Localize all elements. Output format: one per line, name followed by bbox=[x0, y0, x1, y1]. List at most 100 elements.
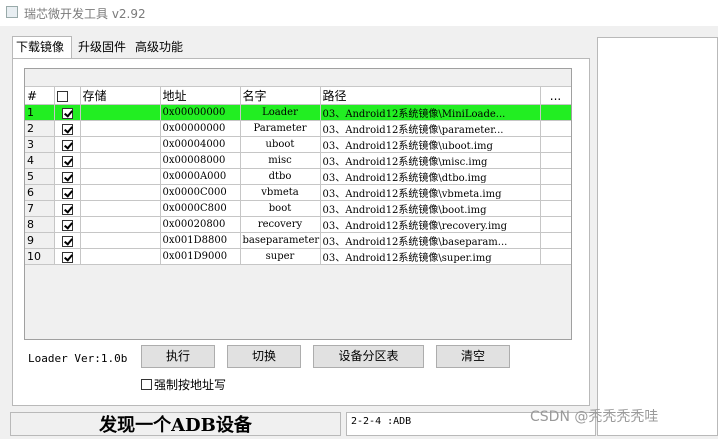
table-row[interactable]: 7 0x0000C800 boot 03、Android12系统镜像\boot.img bbox=[25, 200, 571, 217]
row-address: 0x00020800 bbox=[160, 216, 241, 233]
row-storage bbox=[80, 232, 161, 249]
row-checkbox-cell[interactable] bbox=[54, 120, 81, 137]
row-storage bbox=[80, 216, 161, 233]
row-checkbox[interactable] bbox=[61, 123, 73, 135]
row-storage bbox=[80, 136, 161, 153]
select-all-checkbox[interactable] bbox=[56, 90, 68, 102]
row-more[interactable] bbox=[540, 184, 571, 201]
table-row[interactable]: 3 0x00004000 uboot 03、Android12系统镜像\uboot.i… bbox=[25, 136, 571, 153]
tab-download-image[interactable]: 下载镜像 bbox=[12, 36, 72, 58]
table-row[interactable]: 5 0x0000A000 dtbo 03、Android12系统镜像\dtbo.img bbox=[25, 168, 571, 185]
row-address: 0x001D8800 bbox=[160, 232, 241, 249]
row-index: 8 bbox=[25, 216, 55, 233]
row-checkbox-cell[interactable] bbox=[54, 232, 81, 249]
col-address[interactable]: 地址 bbox=[160, 87, 241, 105]
row-index: 4 bbox=[25, 152, 55, 169]
row-checkbox[interactable] bbox=[61, 219, 73, 231]
image-grid: # 存储 地址 名字 路径 ... 1 0x00000000 Loader 03、An… bbox=[24, 68, 572, 340]
row-address: 0x001D9000 bbox=[160, 248, 241, 265]
row-storage bbox=[80, 152, 161, 169]
row-checkbox-cell[interactable] bbox=[54, 104, 81, 121]
row-checkbox[interactable] bbox=[61, 171, 73, 183]
row-path: 03、Android12系统镜像\recovery.img bbox=[320, 216, 541, 233]
row-index: 2 bbox=[25, 120, 55, 137]
row-storage bbox=[80, 184, 161, 201]
row-index: 6 bbox=[25, 184, 55, 201]
loader-version: Loader Ver:1.0b bbox=[28, 352, 128, 365]
row-more[interactable] bbox=[540, 168, 571, 185]
row-more[interactable] bbox=[540, 232, 571, 249]
log-panel[interactable] bbox=[597, 37, 718, 436]
tab-advanced[interactable]: 高级功能 bbox=[132, 37, 200, 57]
watermark: CSDN @秃秃秃秃哇 bbox=[530, 409, 659, 425]
row-index: 1 bbox=[25, 104, 55, 121]
force-write-checkbox[interactable] bbox=[141, 379, 152, 390]
run-button[interactable]: 执行 bbox=[141, 345, 215, 368]
row-checkbox-cell[interactable] bbox=[54, 136, 81, 153]
row-more[interactable] bbox=[540, 216, 571, 233]
force-write-option[interactable]: 强制按地址写 bbox=[141, 376, 226, 393]
row-checkbox[interactable] bbox=[61, 235, 73, 247]
row-address: 0x0000A000 bbox=[160, 168, 241, 185]
row-checkbox[interactable] bbox=[61, 251, 73, 263]
clear-button[interactable]: 清空 bbox=[436, 345, 510, 368]
row-checkbox[interactable] bbox=[61, 107, 73, 119]
row-path: 03、Android12系统镜像\uboot.img bbox=[320, 136, 541, 153]
row-more[interactable] bbox=[540, 120, 571, 137]
row-checkbox-cell[interactable] bbox=[54, 152, 81, 169]
row-name: Parameter bbox=[240, 120, 321, 137]
switch-button[interactable]: 切换 bbox=[227, 345, 301, 368]
row-path: 03、Android12系统镜像\dtbo.img bbox=[320, 168, 541, 185]
col-name[interactable]: 名字 bbox=[240, 87, 321, 105]
row-name: super bbox=[240, 248, 321, 265]
row-path: 03、Android12系统镜像\vbmeta.img bbox=[320, 184, 541, 201]
row-name: Loader bbox=[240, 104, 321, 121]
row-checkbox-cell[interactable] bbox=[54, 248, 81, 265]
title-bar: 瑞芯微开发工具 v2.92 bbox=[0, 0, 718, 26]
col-storage[interactable]: 存储 bbox=[80, 87, 161, 105]
col-path[interactable]: 路径 bbox=[320, 87, 541, 105]
row-more[interactable] bbox=[540, 200, 571, 217]
row-path: 03、Android12系统镜像\baseparam... bbox=[320, 232, 541, 249]
grid-top-strip bbox=[25, 69, 571, 87]
row-checkbox[interactable] bbox=[61, 187, 73, 199]
row-address: 0x0000C000 bbox=[160, 184, 241, 201]
row-more[interactable] bbox=[540, 248, 571, 265]
row-name: vbmeta bbox=[240, 184, 321, 201]
table-row[interactable]: 8 0x00020800 recovery 03、Android12系统镜像\reco… bbox=[25, 216, 571, 233]
table-row[interactable]: 1 0x00000000 Loader 03、Android12系统镜像\MiniLo… bbox=[25, 104, 571, 121]
row-path: 03、Android12系统镜像\misc.img bbox=[320, 152, 541, 169]
table-row[interactable]: 4 0x00008000 misc 03、Android12系统镜像\misc.img bbox=[25, 152, 571, 169]
row-checkbox-cell[interactable] bbox=[54, 200, 81, 217]
col-select-all[interactable] bbox=[54, 87, 81, 105]
row-more[interactable] bbox=[540, 152, 571, 169]
table-row[interactable]: 9 0x001D8800 baseparameter 03、Android12系统镜像… bbox=[25, 232, 571, 249]
col-index[interactable]: # bbox=[25, 87, 55, 105]
row-address: 0x0000C800 bbox=[160, 200, 241, 217]
table-row[interactable]: 2 0x00000000 Parameter 03、Android12系统镜像\par… bbox=[25, 120, 571, 137]
row-checkbox-cell[interactable] bbox=[54, 184, 81, 201]
col-more[interactable]: ... bbox=[540, 87, 571, 105]
row-checkbox-cell[interactable] bbox=[54, 216, 81, 233]
partition-table-button[interactable]: 设备分区表 bbox=[313, 345, 424, 368]
row-address: 0x00000000 bbox=[160, 104, 241, 121]
row-checkbox-cell[interactable] bbox=[54, 168, 81, 185]
row-storage bbox=[80, 104, 161, 121]
row-address: 0x00004000 bbox=[160, 136, 241, 153]
row-more[interactable] bbox=[540, 104, 571, 121]
table-row[interactable]: 10 0x001D9000 super 03、Android12系统镜像\super.… bbox=[25, 248, 571, 265]
row-index: 5 bbox=[25, 168, 55, 185]
app-icon bbox=[6, 6, 18, 18]
row-checkbox[interactable] bbox=[61, 155, 73, 167]
image-table: # 存储 地址 名字 路径 ... 1 0x00000000 Loader 03、An… bbox=[25, 87, 571, 265]
row-checkbox[interactable] bbox=[61, 139, 73, 151]
row-path: 03、Android12系统镜像\boot.img bbox=[320, 200, 541, 217]
row-path: 03、Android12系统镜像\super.img bbox=[320, 248, 541, 265]
row-name: recovery bbox=[240, 216, 321, 233]
row-address: 0x00008000 bbox=[160, 152, 241, 169]
table-header: # 存储 地址 名字 路径 ... bbox=[25, 87, 571, 105]
row-checkbox[interactable] bbox=[61, 203, 73, 215]
row-more[interactable] bbox=[540, 136, 571, 153]
tab-upgrade-firmware[interactable]: 升级固件 bbox=[75, 37, 129, 57]
table-row[interactable]: 6 0x0000C000 vbmeta 03、Android12系统镜像\vbmeta… bbox=[25, 184, 571, 201]
